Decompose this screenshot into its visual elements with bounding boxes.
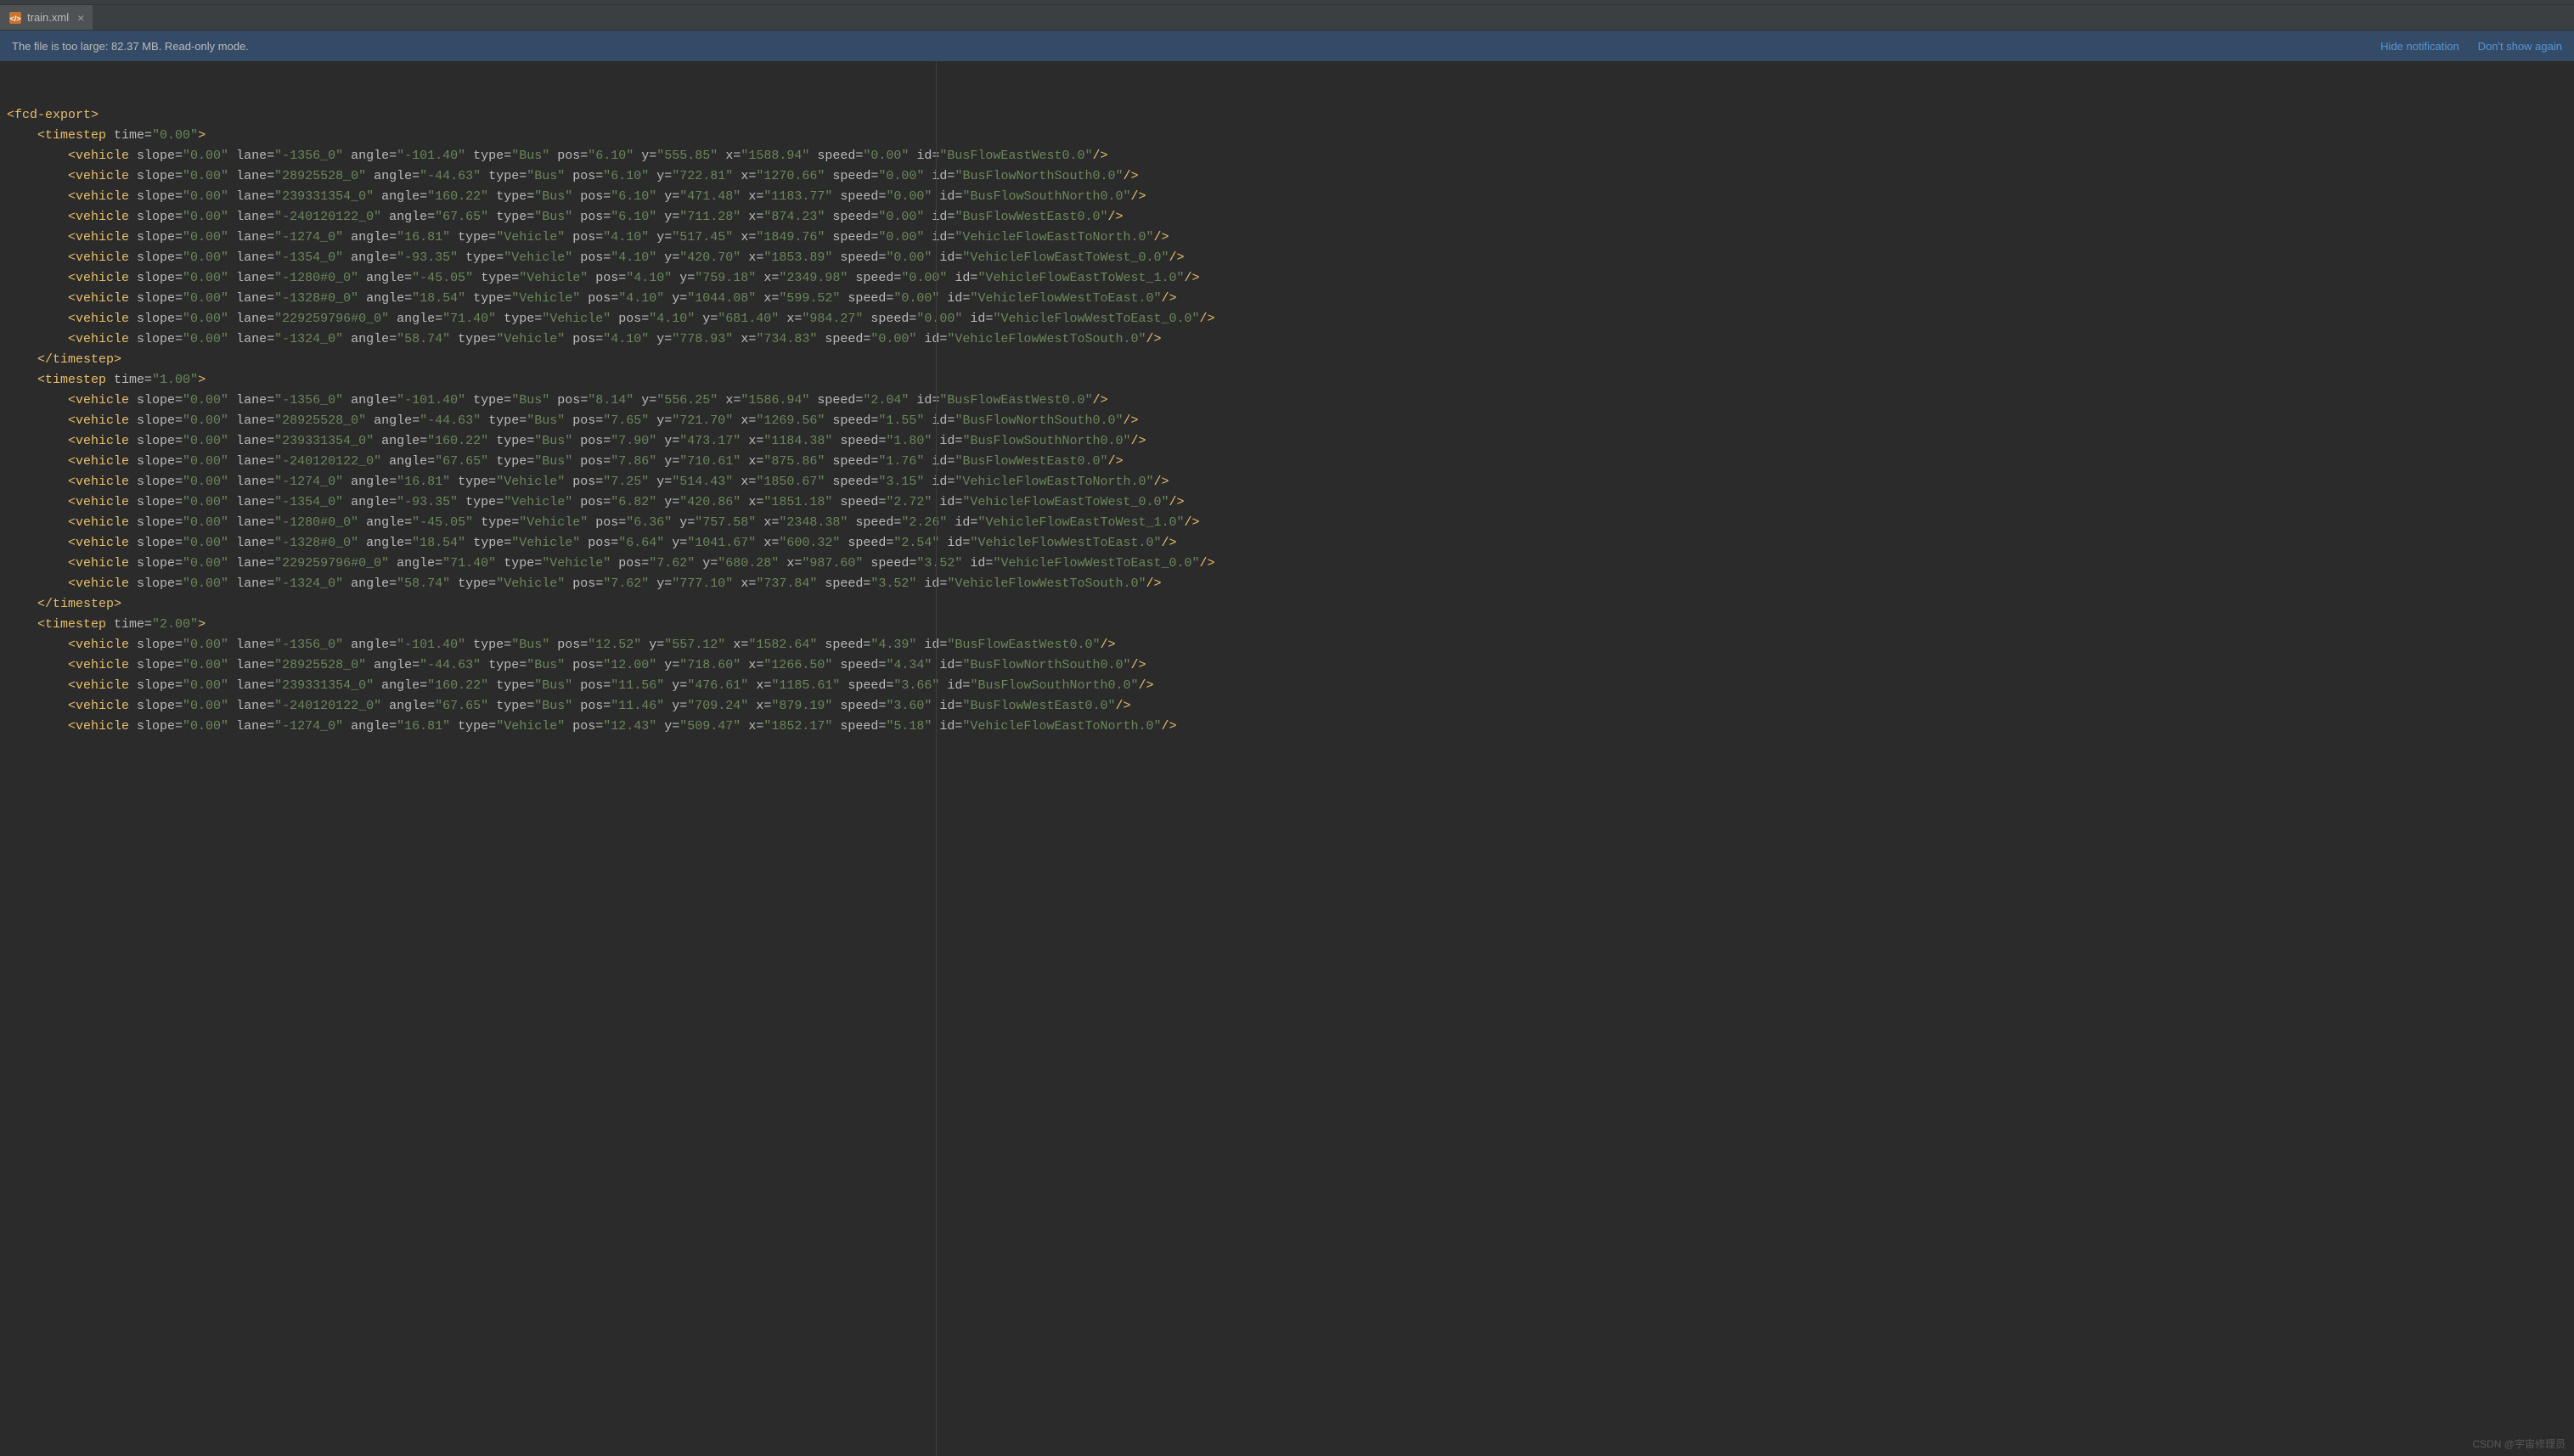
hide-notification-link[interactable]: Hide notification <box>2380 40 2459 53</box>
file-tab[interactable]: </> train.xml × <box>0 5 93 30</box>
xml-file-icon: </> <box>8 11 22 25</box>
watermark: CSDN @宇宙修理员 <box>2472 1436 2566 1451</box>
dont-show-again-link[interactable]: Don't show again <box>2478 40 2562 53</box>
code-editor[interactable]: <fcd-export> <timestep time="0.00"> <veh… <box>0 61 2574 1456</box>
editor-tab-bar: </> train.xml × <box>0 5 2574 31</box>
notification-actions: Hide notification Don't show again <box>2380 40 2562 53</box>
notification-bar: The file is too large: 82.37 MB. Read-on… <box>0 31 2574 61</box>
tab-filename: train.xml <box>27 11 69 24</box>
close-tab-icon[interactable]: × <box>77 11 84 25</box>
svg-text:</>: </> <box>9 14 20 23</box>
notification-message: The file is too large: 82.37 MB. Read-on… <box>12 40 249 53</box>
